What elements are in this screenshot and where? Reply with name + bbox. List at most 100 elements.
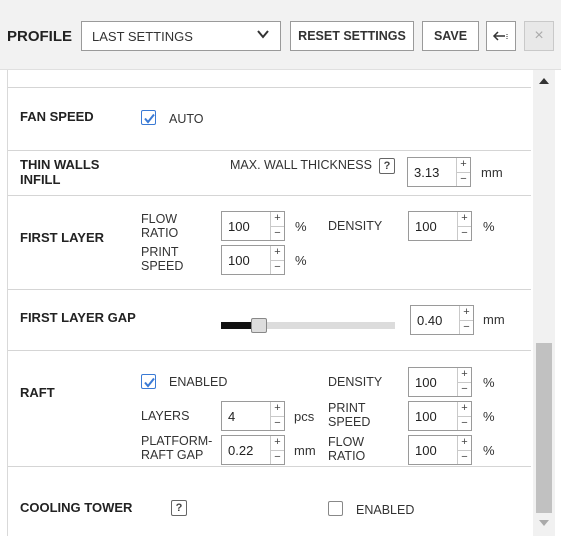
slider-thumb[interactable] (251, 318, 267, 333)
decrement-icon[interactable]: − (458, 416, 471, 430)
scroll-down-arrow-icon[interactable] (539, 520, 549, 526)
raft-layers-value: 4 (228, 409, 236, 424)
raft-density-stepper[interactable]: 100 + − (408, 367, 472, 397)
first-layer-gap-section: FIRST LAYER GAP 0.40 + − mm (8, 290, 531, 351)
platform-gap-label-line1: PLATFORM- (141, 434, 213, 448)
first-layer-gap-stepper[interactable]: 0.40 + − (410, 305, 474, 335)
vertical-scrollbar[interactable] (533, 70, 555, 536)
cooling-tower-enabled-checkbox[interactable] (328, 501, 343, 516)
settings-panel[interactable]: FAN SPEED AUTO THIN WALLS INFILL MAX. WA… (7, 70, 531, 536)
raft-enabled-checkbox[interactable] (141, 374, 156, 389)
first-layer-print-speed-stepper[interactable]: 100 + − (221, 245, 285, 275)
platform-raft-gap-value: 0.22 (228, 443, 254, 458)
thin-walls-section: THIN WALLS INFILL MAX. WALL THICKNESS ? … (8, 151, 531, 196)
previous-section-tail (8, 70, 531, 88)
raft-print-speed-unit: % (483, 409, 495, 424)
decrement-icon[interactable]: − (458, 382, 471, 396)
max-wall-thickness-value: 3.13 (414, 165, 440, 180)
increment-icon[interactable]: + (271, 212, 284, 226)
increment-icon[interactable]: + (460, 306, 473, 320)
profile-select-value: LAST SETTINGS (92, 29, 193, 44)
increment-icon[interactable]: + (458, 436, 471, 450)
close-button[interactable]: × (524, 21, 554, 51)
raft-layers-stepper[interactable]: 4 + − (221, 401, 285, 431)
first-layer-gap-value: 0.40 (417, 313, 443, 328)
first-layer-gap-unit: mm (483, 312, 505, 327)
print-speed-unit: % (295, 253, 307, 268)
platform-raft-gap-unit: mm (294, 443, 316, 458)
raft-layers-unit: pcs (294, 409, 315, 424)
decrement-icon[interactable]: − (271, 416, 284, 430)
increment-icon[interactable]: + (271, 436, 284, 450)
help-icon[interactable]: ? (171, 500, 187, 516)
increment-icon[interactable]: + (271, 246, 284, 260)
back-button[interactable] (486, 21, 516, 51)
first-layer-gap-slider[interactable] (221, 318, 395, 333)
increment-icon[interactable]: + (457, 158, 470, 172)
decrement-icon[interactable]: − (271, 260, 284, 274)
raft-print-speed-value: 100 (415, 409, 437, 424)
decrement-icon[interactable]: − (271, 226, 284, 240)
max-wall-thickness-unit: mm (481, 165, 503, 180)
raft-density-unit: % (483, 375, 495, 390)
platform-raft-gap-stepper[interactable]: 0.22 + − (221, 435, 285, 465)
decrement-icon[interactable]: − (457, 172, 470, 186)
chevron-down-icon (257, 30, 269, 39)
fan-speed-auto-label: AUTO (169, 112, 204, 126)
profile-label: PROFILE (7, 28, 73, 45)
raft-layers-label: LAYERS (141, 409, 190, 423)
profile-select[interactable]: LAST SETTINGS (81, 21, 281, 51)
decrement-icon[interactable]: − (460, 320, 473, 334)
fan-speed-title: FAN SPEED (20, 109, 94, 124)
fan-speed-auto-checkbox[interactable] (141, 110, 156, 125)
increment-icon[interactable]: + (458, 212, 471, 226)
max-wall-thickness-stepper[interactable]: 3.13 + − (407, 157, 471, 187)
checkmark-icon (144, 377, 155, 388)
raft-flow-ratio-value: 100 (415, 443, 437, 458)
checkmark-icon (144, 113, 155, 124)
increment-icon[interactable]: + (271, 402, 284, 416)
decrement-icon[interactable]: − (271, 450, 284, 464)
first-layer-flow-ratio-value: 100 (228, 219, 250, 234)
decrement-icon[interactable]: − (458, 450, 471, 464)
first-layer-density-stepper[interactable]: 100 + − (408, 211, 472, 241)
raft-density-label: DENSITY (328, 375, 383, 389)
thin-walls-title-line1: THIN WALLS (20, 157, 100, 172)
raft-section: RAFT ENABLED LAYERS 4 + − pcs PLATFORM- R… (8, 351, 531, 467)
raft-density-value: 100 (415, 375, 437, 390)
cooling-tower-title: COOLING TOWER (20, 500, 133, 515)
cooling-tower-enabled-label: ENABLED (356, 503, 415, 517)
print-speed-label-line2: SPEED (141, 259, 184, 273)
first-layer-flow-ratio-stepper[interactable]: 100 + − (221, 211, 285, 241)
first-layer-print-speed-value: 100 (228, 253, 250, 268)
first-layer-density-value: 100 (415, 219, 437, 234)
print-speed-label-line1: PRINT (141, 245, 179, 259)
raft-flow-ratio-stepper[interactable]: 100 + − (408, 435, 472, 465)
reset-settings-button[interactable]: RESET SETTINGS (290, 21, 414, 51)
fan-speed-section: FAN SPEED AUTO (8, 88, 531, 151)
top-toolbar: PROFILE LAST SETTINGS RESET SETTINGS SAV… (0, 0, 561, 70)
raft-print-speed-stepper[interactable]: 100 + − (408, 401, 472, 431)
raft-print-speed-label-line2: SPEED (328, 415, 371, 429)
cooling-tower-section: COOLING TOWER ? ENABLED (8, 467, 531, 536)
help-icon[interactable]: ? (379, 158, 395, 174)
raft-enabled-label: ENABLED (169, 375, 228, 389)
save-button[interactable]: SAVE (422, 21, 479, 51)
platform-gap-label-line2: RAFT GAP (141, 448, 204, 462)
first-layer-gap-title: FIRST LAYER GAP (20, 310, 136, 325)
raft-print-speed-label-line1: PRINT (328, 401, 366, 415)
scrollbar-thumb[interactable] (536, 343, 552, 513)
raft-title: RAFT (20, 385, 55, 400)
increment-icon[interactable]: + (458, 402, 471, 416)
raft-flow-ratio-label-line1: FLOW (328, 435, 365, 449)
scroll-up-arrow-icon[interactable] (539, 78, 549, 84)
first-layer-density-label: DENSITY (328, 219, 383, 233)
decrement-icon[interactable]: − (458, 226, 471, 240)
flow-ratio-label-line2: RATIO (141, 226, 179, 240)
thin-walls-title-line2: INFILL (20, 172, 61, 187)
increment-icon[interactable]: + (458, 368, 471, 382)
first-layer-density-unit: % (483, 219, 495, 234)
flow-ratio-unit: % (295, 219, 307, 234)
first-layer-section: FIRST LAYER FLOW RATIO 100 + − % PRINT SP… (8, 196, 531, 290)
max-wall-thickness-label: MAX. WALL THICKNESS (230, 158, 372, 172)
